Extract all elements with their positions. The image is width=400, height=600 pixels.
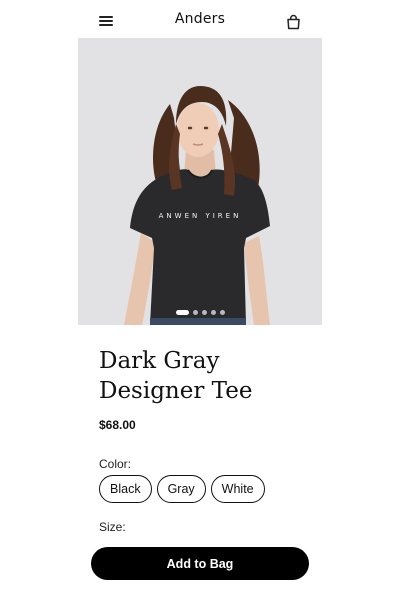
carousel-indicators <box>78 310 322 315</box>
product-image-carousel[interactable]: ANWEN YIREN <box>78 38 322 325</box>
carousel-dot[interactable] <box>210 310 216 315</box>
product-photo: ANWEN YIREN <box>124 86 270 325</box>
carousel-dot[interactable] <box>219 310 225 315</box>
carousel-dot[interactable] <box>192 310 198 315</box>
product-title: Dark Gray Designer Tee <box>99 348 253 404</box>
hamburger-menu-icon[interactable] <box>99 16 113 28</box>
carousel-dot[interactable] <box>175 310 189 315</box>
color-option-black[interactable]: Black <box>99 475 152 503</box>
product-price: $68.00 <box>99 418 136 432</box>
color-label: Color: <box>99 457 132 471</box>
brand-logo[interactable]: Anders <box>175 11 225 27</box>
color-option-white[interactable]: White <box>210 475 265 503</box>
add-to-bag-button[interactable]: Add to Bag <box>91 547 309 580</box>
color-options: Black Gray White <box>99 475 265 503</box>
shopping-bag-icon[interactable] <box>286 14 301 30</box>
shirt-print: ANWEN YIREN <box>159 212 242 220</box>
carousel-dot[interactable] <box>201 310 207 315</box>
color-option-gray[interactable]: Gray <box>156 475 206 503</box>
top-nav: Anders <box>0 0 400 38</box>
